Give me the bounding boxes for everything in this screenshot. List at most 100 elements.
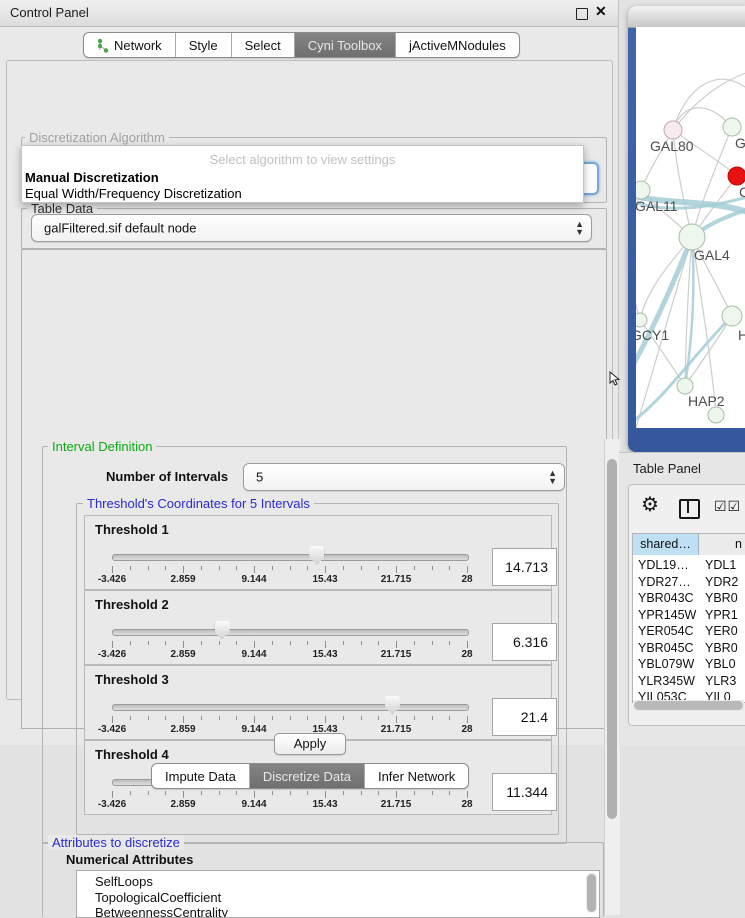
slider-tick [130, 791, 131, 795]
slider-tick [343, 716, 344, 720]
slider-tick-label: -3.426 [98, 724, 126, 735]
table-row[interactable]: YDR27…YDR2 [633, 575, 745, 592]
table-hscroll-thumb[interactable] [634, 701, 743, 710]
stepper-arrows-icon: ▲▼ [575, 220, 584, 236]
tab-cyni-toolbox[interactable]: Cyni Toolbox [295, 33, 396, 57]
network-edge[interactable] [692, 237, 716, 415]
attribute-item-selfloops[interactable]: SelfLoops [95, 874, 153, 889]
tab-infer-network[interactable]: Infer Network [365, 764, 468, 788]
attribute-item-topologicalcoefficient[interactable]: TopologicalCoefficient [95, 890, 221, 905]
network-node-g[interactable] [723, 118, 741, 136]
popup-hint: Select algorithm to view settings [22, 152, 583, 167]
slider-thumb[interactable] [215, 621, 230, 640]
table-row[interactable]: YER054CYER0 [633, 624, 745, 641]
threshold-value-field[interactable]: 6.316 [492, 623, 557, 661]
tab-select[interactable]: Select [232, 33, 295, 57]
slider-tick-label: 28 [461, 649, 472, 660]
table-row[interactable]: YDL19…YDL1 [633, 558, 745, 575]
network-node-c[interactable] [728, 167, 745, 185]
slider-tick-label: 2.859 [170, 799, 195, 810]
panel-scrollbar-thumb[interactable] [607, 459, 617, 819]
panel-scrollbar[interactable] [604, 439, 620, 915]
slider-track[interactable] [112, 554, 469, 561]
slider-tick [432, 641, 433, 645]
cell-shared-name: YBR045C [638, 641, 694, 655]
control-panel-titlebar: Control Panel ✕ [0, 0, 618, 27]
slider-tick [307, 566, 308, 570]
slider-tick [272, 716, 273, 720]
slider-tick [414, 566, 415, 570]
network-window-titlebar[interactable] [628, 6, 745, 28]
table-row[interactable]: YBR043CYBR0 [633, 591, 745, 608]
column-header-shared-name[interactable]: shared… [633, 534, 699, 555]
checked-boxes-icon[interactable]: ☑☑ [714, 498, 741, 515]
attribute-item-betweennesscentrality[interactable]: BetweennessCentrality [95, 905, 228, 918]
network-node-gal11[interactable] [636, 181, 650, 199]
split-columns-icon[interactable] [679, 499, 700, 519]
popup-item-manual-discretization[interactable]: Manual Discretization [25, 170, 159, 185]
table-row[interactable]: YBR045CYBR0 [633, 641, 745, 658]
slider-tick [165, 566, 166, 570]
network-canvas[interactable]: GAL80GCGAL11GAL4GCY1HHAP2 [636, 27, 745, 428]
float-window-icon[interactable] [576, 8, 588, 20]
popup-item-equal-width-frequency[interactable]: Equal Width/Frequency Discretization [25, 186, 242, 201]
slider-tick [254, 566, 255, 573]
tab-network[interactable]: Network [84, 33, 176, 57]
slider-tick [201, 641, 202, 645]
numerical-attributes-list[interactable]: SelfLoopsTopologicalCoefficientBetweenne… [76, 870, 600, 918]
tab-jactivemnodules[interactable]: jActiveMNodules [396, 33, 519, 57]
tab-style[interactable]: Style [176, 33, 232, 57]
slider-tick-label: 21.715 [381, 574, 412, 585]
slider-tick [183, 566, 184, 573]
threshold-value-field[interactable]: 11.344 [492, 773, 557, 811]
slider-tick [112, 566, 113, 573]
tab-label: Impute Data [165, 769, 236, 784]
network-node[interactable] [708, 407, 724, 423]
slider-tick [272, 566, 273, 570]
numerical-attributes-label: Numerical Attributes [66, 852, 193, 867]
tab-discretize-data[interactable]: Discretize Data [250, 764, 365, 788]
tab-label: Discretize Data [263, 769, 351, 784]
slider-track[interactable] [112, 704, 469, 711]
number-of-intervals-combobox[interactable]: 5 ▲▼ [243, 463, 565, 491]
slider-tick [378, 791, 379, 795]
slider-tick-label: 15.43 [312, 649, 337, 660]
list-scrollbar[interactable] [586, 873, 597, 913]
slider-tick [219, 641, 220, 645]
threshold-value-field[interactable]: 14.713 [492, 548, 557, 586]
threshold-value-field[interactable]: 21.4 [492, 698, 557, 736]
table-row[interactable]: YLR345WYLR3 [633, 674, 745, 691]
tab-label: Network [114, 38, 162, 53]
slider-thumb[interactable] [309, 546, 324, 565]
slider-tick [467, 641, 468, 648]
network-node-hap2[interactable] [677, 378, 693, 394]
slider-thumb[interactable] [385, 696, 400, 715]
network-edge[interactable] [692, 127, 732, 237]
slider-track[interactable] [112, 629, 469, 636]
cell-name: YLR3 [705, 674, 736, 688]
slider-tick [432, 791, 433, 795]
list-scrollbar-thumb[interactable] [587, 874, 596, 912]
slider-tick [236, 566, 237, 570]
network-node-gal80[interactable] [664, 121, 682, 139]
tab-impute-data[interactable]: Impute Data [152, 764, 250, 788]
table-horizontal-scrollbar[interactable] [633, 700, 744, 711]
table-row[interactable]: YPR145WYPR1 [633, 608, 745, 625]
network-node-gcy1[interactable] [636, 313, 647, 327]
column-header-name[interactable]: n [699, 534, 745, 555]
network-node-h[interactable] [722, 306, 742, 326]
table-row[interactable]: YBL079WYBL0 [633, 657, 745, 674]
gear-icon[interactable]: ⚙ [641, 495, 659, 515]
tab-label: Infer Network [378, 769, 455, 784]
table-data-combobox[interactable]: galFiltered.sif default node ▲▼ [31, 214, 592, 242]
node-table[interactable]: shared… n YDL19…YDL1YDR27…YDR2YBR043CYBR… [632, 533, 745, 703]
close-icon[interactable]: ✕ [595, 3, 607, 20]
slider-tick [130, 641, 131, 645]
cell-name: YPR1 [705, 608, 738, 622]
network-edge[interactable] [640, 237, 692, 320]
network-edge-highlighted[interactable] [685, 237, 693, 386]
slider-tick [414, 791, 415, 795]
apply-button[interactable]: Apply [274, 733, 346, 755]
network-edge-highlighted[interactable] [636, 237, 692, 367]
slider-tick [219, 791, 220, 795]
